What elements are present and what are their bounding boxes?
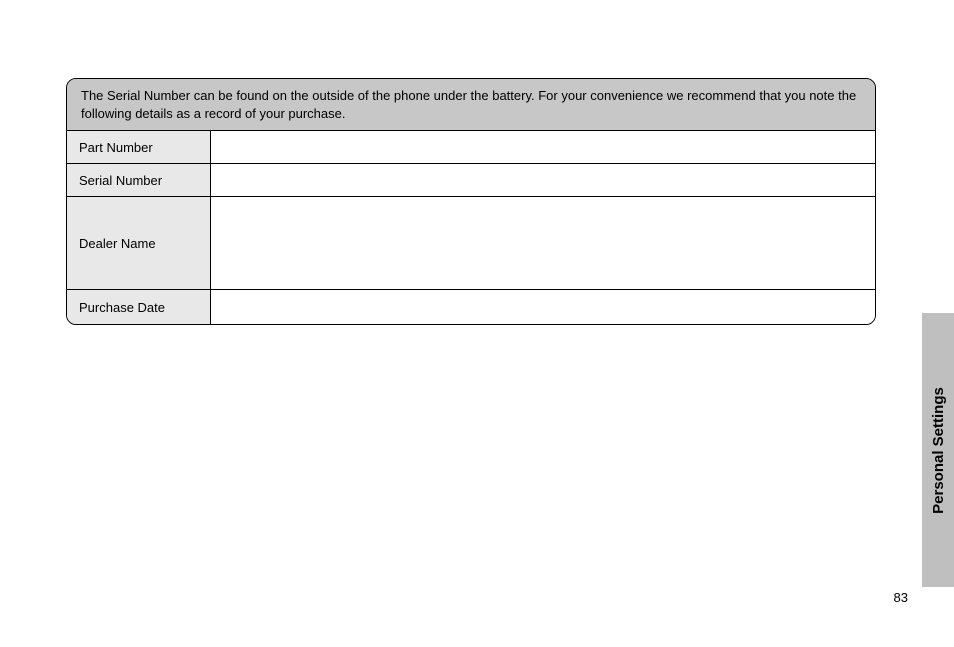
label-dealer-name: Dealer Name: [67, 197, 211, 289]
value-dealer-name: [211, 197, 875, 289]
value-serial-number: [211, 164, 875, 196]
table-header-note: The Serial Number can be found on the ou…: [67, 79, 875, 131]
value-part-number: [211, 131, 875, 163]
value-purchase-date: [211, 290, 875, 324]
label-part-number: Part Number: [67, 131, 211, 163]
table-row: Dealer Name: [67, 197, 875, 290]
section-tab: Personal Settings: [922, 313, 954, 587]
section-tab-label: Personal Settings: [930, 387, 947, 514]
table-row: Purchase Date: [67, 290, 875, 324]
document-page: The Serial Number can be found on the ou…: [0, 0, 954, 647]
purchase-record-table: The Serial Number can be found on the ou…: [66, 78, 876, 325]
table-row: Serial Number: [67, 164, 875, 197]
table-row: Part Number: [67, 131, 875, 164]
label-serial-number: Serial Number: [67, 164, 211, 196]
page-number: 83: [894, 590, 908, 605]
label-purchase-date: Purchase Date: [67, 290, 211, 324]
